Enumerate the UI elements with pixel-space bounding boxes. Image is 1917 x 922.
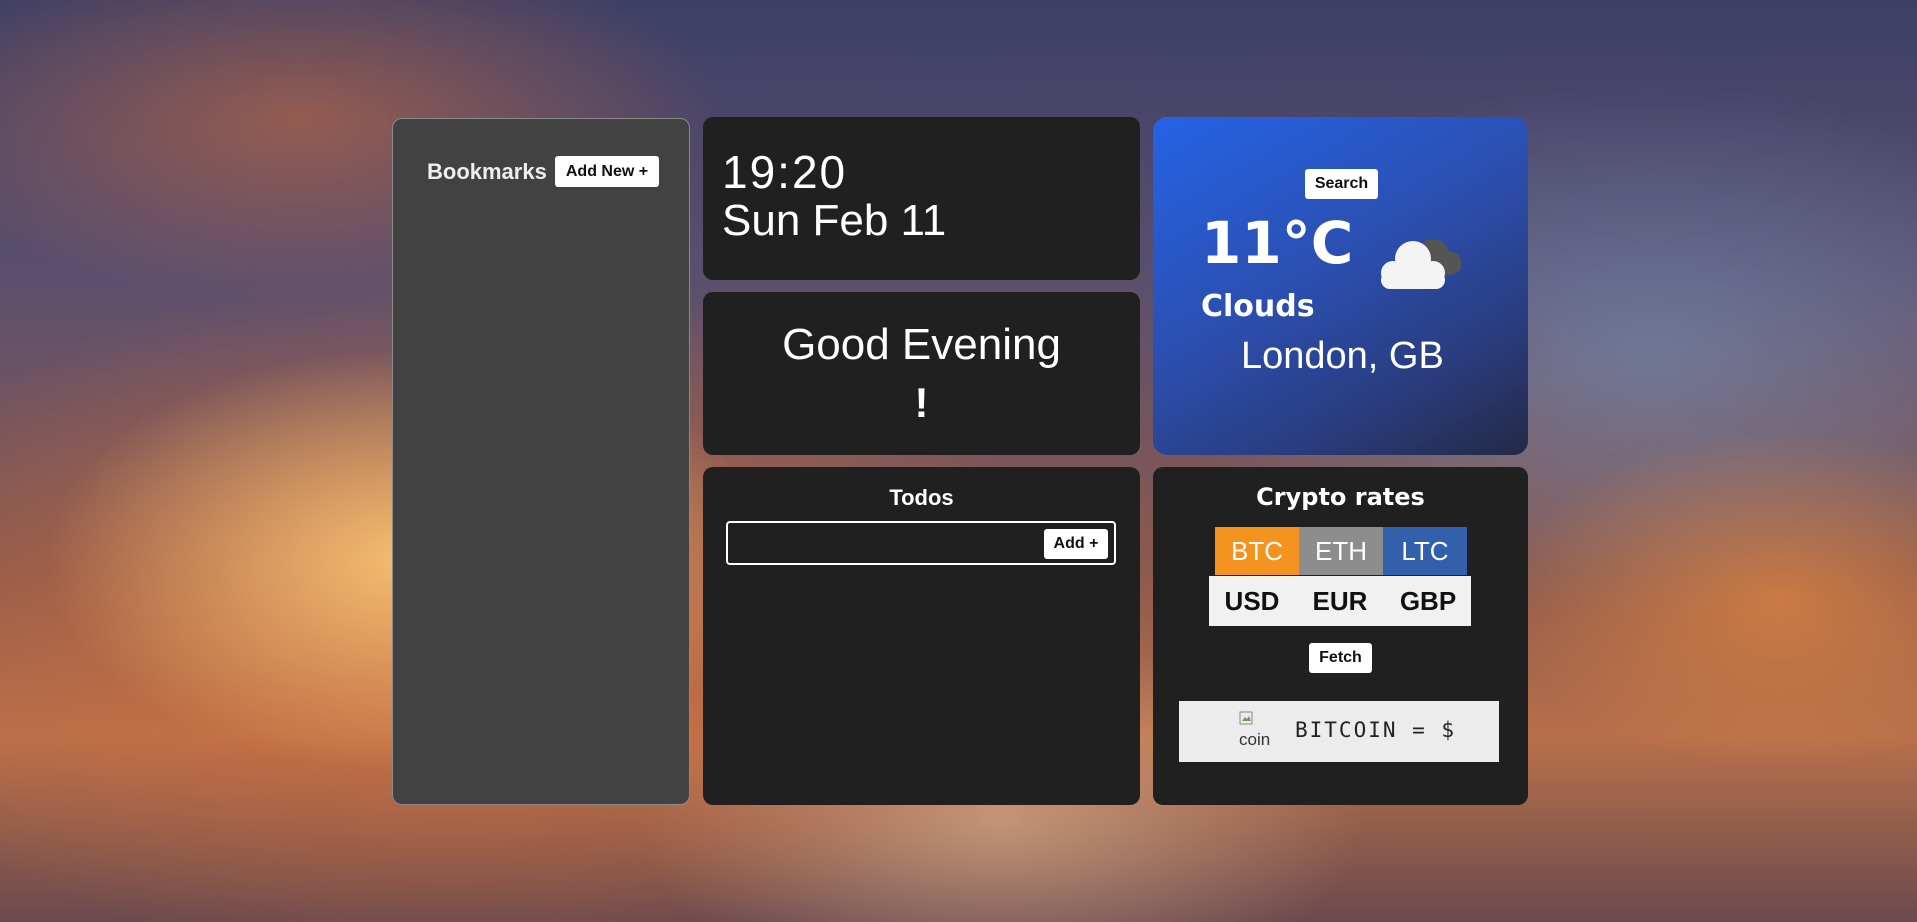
bookmarks-panel: Bookmarks Add New + (392, 118, 690, 805)
clock-date: Sun Feb 11 (722, 196, 947, 245)
coin-btc-button[interactable]: BTC (1215, 527, 1299, 575)
coin-ltc-button[interactable]: LTC (1383, 527, 1467, 575)
crypto-rate-text: BITCOIN = $ (1295, 718, 1457, 742)
todo-input-box: Add + (726, 521, 1116, 565)
add-bookmark-button[interactable]: Add New + (555, 156, 659, 187)
coin-image-broken: coin (1239, 710, 1283, 752)
currency-usd-button[interactable]: USD (1209, 576, 1295, 626)
add-todo-button[interactable]: Add + (1044, 529, 1108, 559)
crypto-title: Crypto rates (1256, 483, 1425, 511)
greeting-name: ! (914, 379, 929, 426)
currency-gbp-button[interactable]: GBP (1385, 576, 1471, 626)
fetch-button[interactable]: Fetch (1309, 643, 1372, 673)
weather-temperature: 11°C (1201, 209, 1354, 277)
crypto-panel: Crypto rates BTC ETH LTC USD EUR GBP Fet… (1153, 467, 1528, 805)
greeting-text: Good Evening (782, 320, 1061, 369)
coin-image-alt: coin (1239, 730, 1271, 749)
greeting-panel: Good Evening ! (703, 292, 1140, 455)
weather-location: London, GB (1241, 335, 1444, 377)
weather-condition: Clouds (1201, 289, 1315, 324)
bookmarks-title: Bookmarks (427, 159, 547, 184)
todo-input[interactable] (734, 529, 1038, 559)
broken-image-icon (1239, 711, 1253, 725)
currency-eur-button[interactable]: EUR (1297, 576, 1383, 626)
todos-panel: Todos Add + (703, 467, 1140, 805)
crypto-rate-result: coin BITCOIN = $ (1179, 701, 1499, 762)
currency-selector: USD EUR GBP (1209, 576, 1471, 626)
clock-panel: 19:20 Sun Feb 11 (703, 117, 1140, 280)
clock-time: 19:20 (722, 146, 848, 198)
weather-panel: Search 11°C Clouds London, GB (1153, 117, 1528, 455)
weather-search-button[interactable]: Search (1305, 169, 1378, 199)
coin-eth-button[interactable]: ETH (1299, 527, 1383, 575)
todos-title: Todos (889, 485, 954, 510)
cloud-icon (1381, 239, 1461, 289)
